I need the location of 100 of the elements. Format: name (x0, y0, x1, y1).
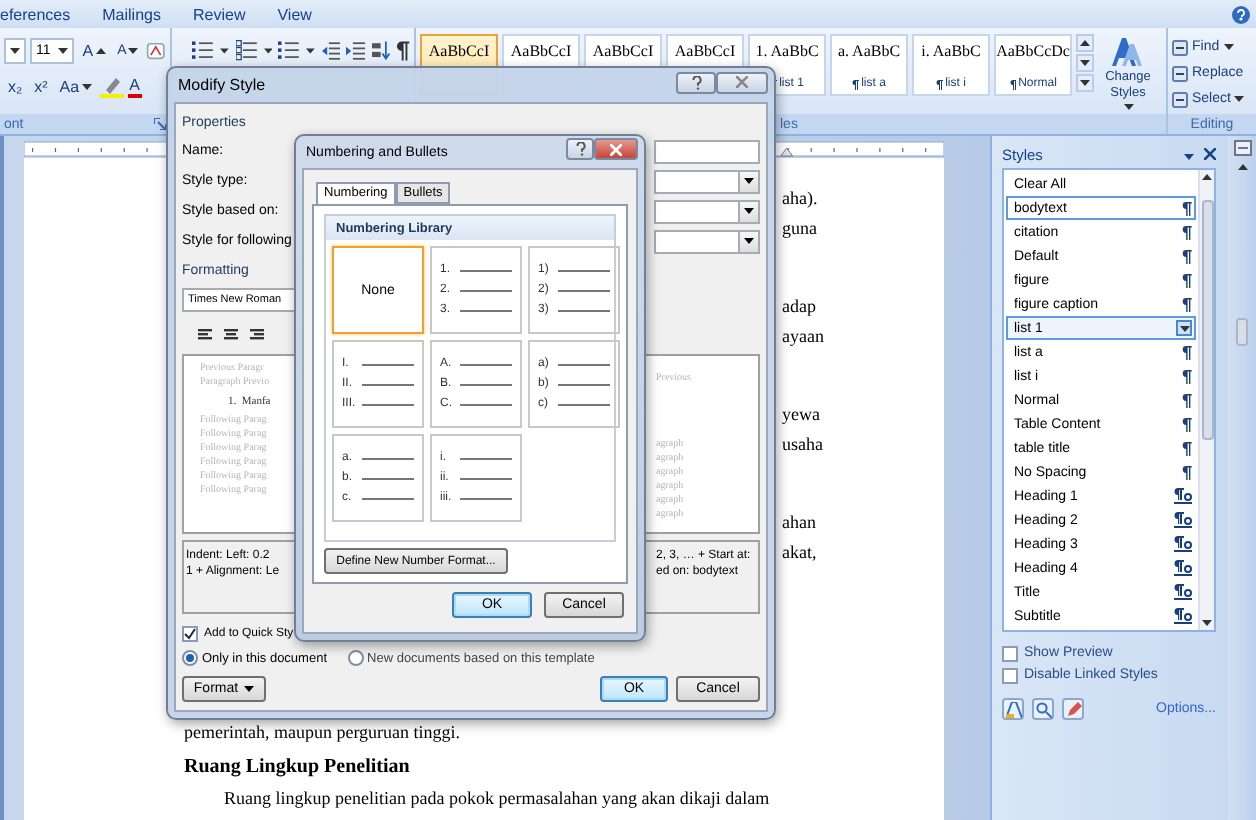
help-icon (691, 75, 701, 89)
dialog-launcher-icon[interactable] (154, 118, 166, 130)
style-dropdown-button[interactable] (1176, 320, 1192, 336)
caret-icon (58, 47, 69, 53)
caret-icon (1234, 96, 1245, 102)
document-text: yewa (782, 402, 822, 428)
linked-style-icon (1174, 608, 1192, 624)
new-style-button[interactable] (1002, 698, 1024, 720)
linked-style-icon (1174, 584, 1192, 600)
style-inspector-button[interactable] (1032, 698, 1054, 720)
subscript-button[interactable]: x₂ (4, 75, 27, 97)
caret-icon (744, 178, 754, 184)
caret-icon (10, 47, 20, 53)
caret-icon (81, 83, 92, 89)
help-button[interactable] (676, 71, 716, 93)
change-styles-icon[interactable] (1110, 36, 1146, 68)
bullets-icon[interactable] (192, 39, 215, 61)
linked-style-icon (1174, 512, 1192, 528)
pilcrow-icon (1182, 273, 1192, 287)
close-icon (610, 143, 622, 155)
linked-style-icon (1174, 560, 1192, 576)
caret-icon (220, 47, 230, 53)
align-right-icon[interactable] (250, 328, 264, 340)
numbering-icon[interactable] (235, 39, 258, 61)
pilcrow-icon (1182, 249, 1192, 263)
font-color-button[interactable]: A (127, 75, 142, 97)
caret-icon (1202, 620, 1212, 626)
highlighter-icon[interactable] (99, 75, 124, 97)
document-text: usaha (782, 432, 825, 458)
help-icon[interactable] (1232, 5, 1250, 23)
document-text: ahan (782, 510, 818, 536)
editing-icon (1172, 39, 1188, 55)
dropdown-field[interactable] (654, 229, 760, 253)
ribbon-tab[interactable]: View (277, 5, 312, 23)
magnifier-icon (1035, 701, 1051, 717)
sort-icon[interactable] (371, 39, 391, 61)
pilcrow-icon (1009, 79, 1017, 89)
align-center-icon[interactable] (224, 328, 238, 340)
caret-icon (1080, 80, 1090, 86)
change-case-button[interactable]: Aa (55, 75, 96, 97)
superscript-button[interactable]: x² (30, 75, 52, 97)
multilevel-list-icon[interactable] (278, 39, 301, 61)
gallery-more-button[interactable] (1076, 74, 1094, 92)
caret-icon (128, 47, 139, 53)
manage-styles-button[interactable] (1062, 698, 1084, 720)
document-text: Ruang lingkup penelitian pada pokok permasalahan yang akan dikaji dalam (222, 786, 772, 812)
linked-style-icon (1174, 488, 1192, 504)
style-sample: AaBbCcI (592, 42, 654, 60)
text-field[interactable] (654, 139, 760, 163)
caret-icon (1223, 44, 1234, 50)
caret-icon (744, 208, 754, 214)
gallery-up-button[interactable] (1076, 34, 1094, 52)
style-sample: AaBbCcI (674, 42, 736, 60)
pilcrow-icon (1182, 369, 1192, 383)
ruler-toggle-icon[interactable] (1233, 140, 1251, 156)
pilcrow-icon (1182, 345, 1192, 359)
dropdown-field[interactable] (654, 169, 760, 193)
editing-icon (1172, 91, 1188, 107)
pilcrow-icon (1182, 297, 1192, 311)
help-button[interactable] (566, 138, 594, 160)
pilcrow-icon (396, 39, 411, 61)
close-button[interactable] (594, 138, 638, 160)
increase-indent-icon[interactable] (346, 39, 366, 61)
caret-icon (1179, 325, 1189, 331)
checkbox[interactable] (1002, 645, 1018, 661)
caret-icon (744, 238, 754, 244)
pencil-icon (1065, 701, 1081, 717)
style-sample: 1. AaBbC (755, 42, 819, 60)
document-text: guna (782, 216, 819, 242)
grow-font-button[interactable]: A (78, 39, 110, 61)
ribbon-tab[interactable]: Review (192, 5, 246, 23)
radio-button[interactable] (347, 650, 364, 666)
align-left-icon[interactable] (198, 328, 212, 340)
pilcrow-icon (852, 79, 860, 89)
checkbox[interactable] (182, 626, 198, 642)
editing-icon (1172, 65, 1188, 81)
radio-button[interactable] (182, 650, 198, 666)
pilcrow-icon (1182, 417, 1192, 431)
pilcrow-icon (936, 79, 944, 89)
dropdown-field[interactable] (654, 199, 760, 223)
up-caret-icon (1202, 174, 1212, 180)
ribbon-tab[interactable]: Mailings (102, 5, 161, 23)
style-sample: AaBbCcDc (996, 42, 1070, 60)
caret-icon (1184, 153, 1194, 159)
font-name-combo[interactable] (4, 37, 26, 63)
checkbox[interactable] (1002, 667, 1018, 683)
scrollbar-thumb[interactable] (1236, 318, 1248, 346)
close-icon[interactable] (1204, 148, 1216, 160)
decrease-indent-icon[interactable] (321, 39, 341, 61)
pilcrow-icon (1182, 201, 1192, 215)
close-button[interactable] (716, 71, 768, 93)
ribbon-tab[interactable]: eferences (0, 5, 71, 23)
up-caret-icon (95, 47, 106, 53)
help-icon (575, 142, 585, 156)
gallery-down-button[interactable] (1076, 54, 1094, 72)
caret-icon (306, 47, 316, 53)
linked-style-icon (1174, 536, 1192, 552)
checkmark-icon (184, 628, 196, 640)
dialog-title: Modify Style (178, 76, 266, 94)
document-text: akat, (782, 540, 819, 566)
